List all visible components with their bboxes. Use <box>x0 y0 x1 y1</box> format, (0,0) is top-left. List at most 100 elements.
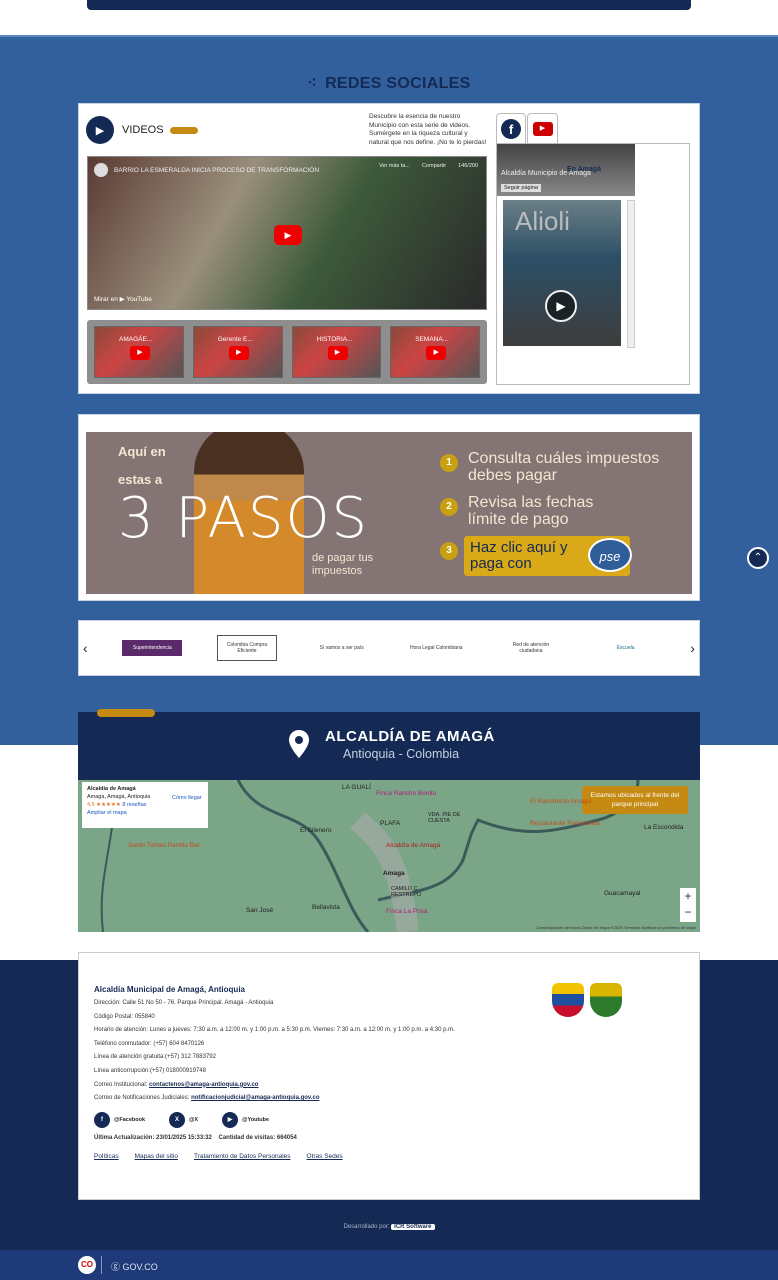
map-label: LA GUALÍ <box>342 784 371 791</box>
map-label: VDA. PIE DE CUESTA <box>428 812 461 824</box>
video-thumb[interactable]: Gerente E... ▶ <box>192 326 283 378</box>
facebook-post-video[interactable]: Alioli ▶ <box>503 200 621 346</box>
youtube-link[interactable]: ▶ @Youtube <box>222 1111 269 1128</box>
step-number: 3 <box>440 542 458 560</box>
video-thumb[interactable]: HISTORIA... ▶ <box>291 326 382 378</box>
scroll-to-top-button[interactable]: ⌃ <box>747 547 769 569</box>
player-controls: Ver más ta... Compartir 146/200 <box>379 163 478 169</box>
channel-logo <box>94 163 108 177</box>
footer-hours: Horario de atención: Lunes a jueves: 7:3… <box>94 1027 455 1034</box>
x-link[interactable]: X @X <box>169 1111 199 1128</box>
location-pin-icon <box>289 730 309 758</box>
tab-facebook[interactable]: f <box>496 113 526 143</box>
map-label: San José <box>246 907 274 914</box>
facebook-link[interactable]: f @Facebook <box>94 1111 146 1128</box>
feed-scrollbar[interactable] <box>627 200 635 348</box>
top-navy-bar <box>87 0 691 10</box>
zoom-in-button[interactable]: + <box>680 888 696 904</box>
footer-anticorruption: Línea anticorrupción:(+57) 018000919748 <box>94 1067 206 1074</box>
gov-co-label: GOV.CO <box>122 1262 158 1272</box>
play-icon: ▶ <box>327 346 348 360</box>
partner-logo[interactable]: Colombia Compra Eficiente <box>216 635 277 661</box>
map-zoom-controls[interactable]: + − <box>680 888 696 922</box>
divider <box>101 1256 102 1274</box>
footer-free-line: Línea de atención gratuita:(+57) 312 788… <box>94 1054 216 1061</box>
step-text: Consulta cuáles impuestos debes pagar <box>468 450 660 484</box>
map-attribution[interactable]: Combinaciones de teclas Datos del mapa ©… <box>536 925 696 930</box>
email-link[interactable]: contactenos@amaga-antioquia.gov.co <box>149 1082 258 1088</box>
map-info-card: Alcaldía de Amagá Amaga, Amagá, Antioqui… <box>82 782 208 828</box>
youtube-icon: ▶ <box>222 1111 239 1128</box>
map-label: Bellavista <box>312 904 340 911</box>
facebook-page-header[interactable]: Alcaldía Municipio de Amagá En Amagá Seg… <box>497 144 635 196</box>
video-thumbnails: AMAGÁE... ▶ Gerente E... ▶ HISTORIA... ▶ SE… <box>87 320 487 384</box>
step-number: 1 <box>440 454 458 472</box>
post-text: Alioli <box>515 206 570 236</box>
play-icon: ▶ <box>426 346 447 360</box>
accent-pill <box>170 127 198 134</box>
play-icon[interactable]: ▶ <box>545 290 577 322</box>
map-label: Guacamayal <box>604 890 641 897</box>
partner-logo[interactable]: Escuela <box>596 635 656 661</box>
partner-logo[interactable]: Red de atención ciudadana <box>501 635 561 661</box>
youtube-icon: ▶ <box>532 121 553 136</box>
chevron-left-icon[interactable]: ‹ <box>83 640 88 656</box>
tab-youtube[interactable]: ▶ <box>527 113 558 143</box>
location-note: Estamos ubicados al frente del parque pr… <box>582 786 688 814</box>
directions-link[interactable]: Cómo llegar <box>172 794 202 802</box>
footer-link-other-sites[interactable]: Otras Sedes <box>307 1153 343 1160</box>
reviews-link[interactable]: 8 reseñas <box>122 802 146 808</box>
map-pin-label[interactable]: Alcaldía de Amagá <box>386 842 440 849</box>
judicial-email-link[interactable]: notificacionjudicial@amaga-antioquia.gov… <box>191 1095 319 1101</box>
visit-count: Cantidad de visitas: 664054 <box>218 1134 297 1141</box>
step-text: Haz clic aquí y paga con <box>470 539 568 572</box>
follow-page-button[interactable]: Seguir página <box>501 184 541 192</box>
gov-co-link[interactable]: ⓖ GOV.CO <box>111 1260 158 1273</box>
email-label: Correo Institucional: <box>94 1081 148 1088</box>
play-icon: ▶ <box>228 346 249 360</box>
coats-of-arms <box>552 983 622 1017</box>
partner-logo[interactable]: Superintendencia <box>122 640 183 656</box>
footer-link-sitemap[interactable]: Mapas del sitio <box>135 1153 178 1160</box>
place-name: Alcaldía de Amagá <box>87 786 136 792</box>
watch-later-button[interactable]: Ver más ta... <box>379 163 410 169</box>
banner-subline: de pagar tus impuestos <box>312 552 374 577</box>
thumb-title: HISTORIA... <box>316 336 353 343</box>
footer-links: Políticas Mapas del sitio Tratamiento de… <box>94 1153 684 1160</box>
co-logo[interactable]: CO <box>78 1256 96 1274</box>
tax-banner[interactable]: Aquí en estas a 3 PASOS de pagar tus imp… <box>86 432 692 594</box>
map-title: ALCALDÍA DE AMAGÁ <box>325 728 495 745</box>
zoom-out-button[interactable]: − <box>680 904 696 920</box>
footer-link-data-treatment[interactable]: Tratamiento de Datos Personales <box>194 1153 291 1160</box>
section-title-text: REDES SOCIALES <box>325 75 471 92</box>
x-icon: X <box>169 1111 186 1128</box>
enlarge-map-link[interactable]: Ampliar el mapa <box>87 809 203 817</box>
map-label: Santo Tomas Parrilla Bar <box>128 842 200 849</box>
share-button[interactable]: Compartir <box>422 163 446 169</box>
social-links: f @Facebook X @X ▶ @Youtube <box>94 1111 684 1128</box>
map-label: CAMILO C. RESTREPO <box>391 886 422 898</box>
footer-link-politicas[interactable]: Políticas <box>94 1153 119 1160</box>
watch-on-youtube[interactable]: Mirar en ▶ YouTube <box>94 295 152 303</box>
video-thumb[interactable]: SEMANA... ▶ <box>390 326 480 378</box>
amaga-coat-of-arms <box>590 983 622 1017</box>
facebook-label: @Facebook <box>114 1116 146 1123</box>
map-header <box>78 712 700 780</box>
chevron-right-icon[interactable]: › <box>690 640 695 656</box>
play-icon[interactable]: ▶ <box>274 225 302 245</box>
video-title[interactable]: BARRIO LA ESMERALDA INICIA PROCESO DE TR… <box>114 167 319 174</box>
step-number: 2 <box>440 498 458 516</box>
google-map[interactable]: Alcaldía de Amagá Amaga, Amagá, Antioqui… <box>78 780 700 932</box>
partner-logo[interactable]: Hora Legal Colombiana <box>406 635 466 661</box>
video-thumb[interactable]: AMAGÁE... ▶ <box>94 326 184 378</box>
youtube-player[interactable]: BARRIO LA ESMERALDA INICIA PROCESO DE TR… <box>87 156 487 310</box>
x-label: @X <box>189 1116 199 1123</box>
map-subtitle: Antioquia - Colombia <box>343 747 460 761</box>
facebook-icon: f <box>501 118 521 139</box>
partner-logo[interactable]: Sí vamos a ser país <box>312 635 372 661</box>
share-icon: ⁖ <box>307 75 318 92</box>
pse-logo: pse <box>588 538 632 572</box>
developer-logo[interactable]: ICR Software <box>391 1224 435 1230</box>
map-label: Restaurante Pamplonita <box>530 820 600 827</box>
playlist-counter[interactable]: 146/200 <box>458 163 478 169</box>
